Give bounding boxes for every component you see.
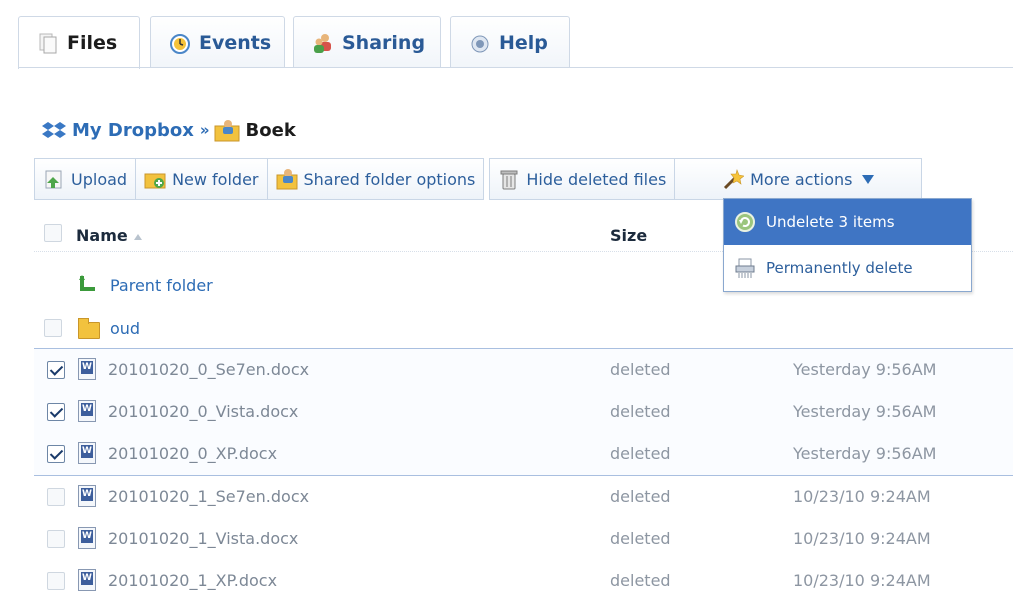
chevron-down-icon [862,174,875,184]
help-icon [469,32,491,54]
wand-icon [722,168,745,190]
undelete-icon [734,211,756,233]
tab-label: Sharing [342,31,426,54]
column-label: Name [76,226,128,245]
file-name[interactable]: 20101020_0_Vista.docx [108,402,298,421]
breadcrumb: My Dropbox » Boek [42,117,296,143]
hide-deleted-files-label: Hide deleted files [526,169,667,189]
files-icon [37,32,59,54]
table-row[interactable]: 20101020_1_Vista.docx deleted 10/23/10 9… [34,518,1013,560]
tab-divider [18,67,1013,68]
tab-sharing[interactable]: Sharing [293,16,441,68]
breadcrumb-current: Boek [245,119,296,141]
row-checkbox[interactable] [47,445,65,463]
select-all-checkbox[interactable] [44,224,62,242]
file-modified: 10/23/10 9:24AM [793,571,931,590]
sort-arrow-icon [133,233,142,240]
shredder-icon [734,257,756,279]
breadcrumb-separator: » [199,121,210,139]
table-row[interactable]: 20101020_0_Vista.docx deleted Yesterday … [34,391,1013,433]
file-name[interactable]: 20101020_1_Se7en.docx [108,487,309,506]
tab-label: Help [499,31,548,54]
folder-name-link[interactable]: oud [110,319,140,338]
file-name[interactable]: 20101020_1_Vista.docx [108,529,298,548]
table-row[interactable]: 20101020_0_Se7en.docx deleted Yesterday … [34,349,1013,391]
table-row[interactable]: 20101020_1_XP.docx deleted 10/23/10 9:24… [34,560,1013,591]
upload-button[interactable]: Upload [34,158,137,200]
file-size: deleted [610,402,671,421]
tab-files[interactable]: Files [18,16,140,69]
people-icon [312,32,334,54]
menu-item-label: Undelete 3 items [766,213,895,231]
name-column-header[interactable]: Name [76,226,142,245]
row-checkbox[interactable] [47,403,65,421]
list-item[interactable]: oud [34,307,1013,349]
row-checkbox[interactable] [47,572,65,590]
menu-item-label: Permanently delete [766,259,913,277]
new-folder-icon [144,168,166,190]
breadcrumb-root-link[interactable]: My Dropbox [72,120,194,141]
more-actions-button[interactable]: More actions [674,158,923,200]
file-name[interactable]: 20101020_0_XP.docx [108,444,277,463]
new-folder-button[interactable]: New folder [135,158,268,200]
file-size: deleted [610,487,671,506]
upload-label: Upload [71,169,128,189]
file-modified: Yesterday 9:56AM [793,402,937,421]
shared-folder-icon [276,168,298,190]
more-actions-menu: Undelete 3 items Permanently delete [723,198,972,292]
row-checkbox[interactable] [47,530,65,548]
tab-bar: Files Events Sharing Help [0,0,1013,69]
parent-folder-link[interactable]: Parent folder [110,276,213,295]
shared-folder-icon [214,118,240,142]
clock-icon [169,32,191,54]
file-name[interactable]: 20101020_0_Se7en.docx [108,360,309,379]
file-modified: Yesterday 9:56AM [793,444,937,463]
table-row[interactable]: 20101020_1_Se7en.docx deleted 10/23/10 9… [34,476,1013,518]
row-checkbox[interactable] [44,319,62,337]
hide-deleted-files-button[interactable]: Hide deleted files [489,158,676,200]
trash-icon [498,168,520,190]
file-modified: 10/23/10 9:24AM [793,529,931,548]
file-size: deleted [610,571,671,590]
new-folder-label: New folder [172,169,259,189]
tab-label: Events [199,31,272,54]
size-column-header[interactable]: Size [610,226,647,245]
shared-folder-options-button[interactable]: Shared folder options [266,158,485,200]
parent-folder-icon [78,274,100,294]
row-checkbox[interactable] [47,361,65,379]
tab-events[interactable]: Events [150,16,285,68]
upload-icon [43,168,65,190]
tab-help[interactable]: Help [450,16,570,68]
more-actions-label: More actions [750,169,853,189]
menu-item-permanently-delete[interactable]: Permanently delete [724,245,971,291]
file-modified: 10/23/10 9:24AM [793,487,931,506]
dropbox-icon [42,119,66,141]
row-checkbox[interactable] [47,488,65,506]
file-name[interactable]: 20101020_1_XP.docx [108,571,277,590]
tab-label: Files [67,32,118,54]
menu-item-undelete[interactable]: Undelete 3 items [724,199,971,245]
table-row[interactable]: 20101020_0_XP.docx deleted Yesterday 9:5… [34,433,1013,475]
toolbar: Upload New folder Shared folder options … [34,158,923,200]
file-size: deleted [610,529,671,548]
shared-folder-options-label: Shared folder options [303,169,476,189]
file-modified: Yesterday 9:56AM [793,360,937,379]
file-size: deleted [610,360,671,379]
file-size: deleted [610,444,671,463]
